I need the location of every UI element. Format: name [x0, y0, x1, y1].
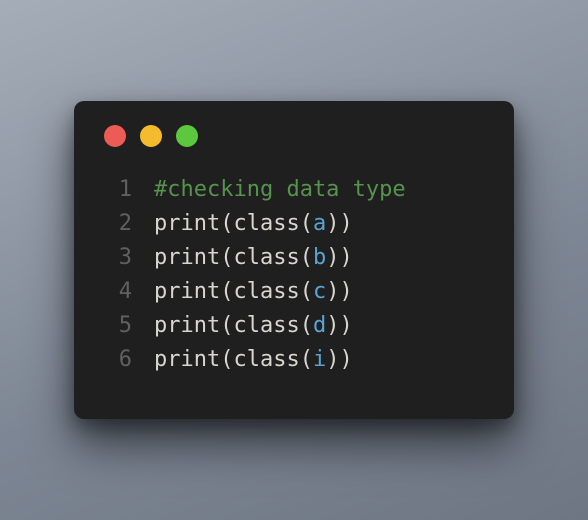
- code-token: (: [300, 245, 313, 270]
- code-token: )): [326, 211, 353, 236]
- code-token: print: [154, 347, 220, 372]
- code-token: (: [220, 211, 233, 236]
- code-token: (: [220, 347, 233, 372]
- code-line: 1 #checking data type: [102, 173, 486, 207]
- zoom-icon[interactable]: [176, 125, 198, 147]
- code-token: print: [154, 211, 220, 236]
- code-token: print: [154, 313, 220, 338]
- line-number: 2: [102, 207, 132, 241]
- code-token: c: [313, 279, 326, 304]
- code-line: 2print(class(a)): [102, 207, 486, 241]
- code-token: (: [300, 211, 313, 236]
- code-block: 1#checking data type2print(class(a))3pri…: [102, 173, 486, 378]
- code-token: b: [313, 245, 326, 270]
- code-token: print: [154, 279, 220, 304]
- line-content: print(class(a)): [154, 207, 353, 241]
- code-token: class: [233, 313, 299, 338]
- code-line: 6print(class(i)): [102, 343, 486, 377]
- line-number: 6: [102, 343, 132, 377]
- code-token: class: [233, 279, 299, 304]
- line-number: 5: [102, 309, 132, 343]
- code-token: d: [313, 313, 326, 338]
- code-token: a: [313, 211, 326, 236]
- line-content: print(class(b)): [154, 241, 353, 275]
- code-line: 4print(class(c)): [102, 275, 486, 309]
- code-window: 1#checking data type2print(class(a))3pri…: [74, 101, 514, 420]
- code-token: (: [220, 313, 233, 338]
- window-controls: [104, 125, 486, 147]
- line-number: 1: [102, 173, 132, 207]
- code-token: print: [154, 245, 220, 270]
- minimize-icon[interactable]: [140, 125, 162, 147]
- line-number: 4: [102, 275, 132, 309]
- code-token: class: [233, 211, 299, 236]
- code-line: 3print(class(b)): [102, 241, 486, 275]
- line-content: print(class(d)): [154, 309, 353, 343]
- code-token: (: [300, 313, 313, 338]
- line-content: print(class(c)): [154, 275, 353, 309]
- code-token: )): [326, 279, 353, 304]
- code-token: (: [220, 279, 233, 304]
- line-content: print(class(i)): [154, 343, 353, 377]
- code-token: class: [233, 347, 299, 372]
- code-token: class: [233, 245, 299, 270]
- code-token: #checking data type: [154, 177, 406, 202]
- code-token: i: [313, 347, 326, 372]
- line-number: 3: [102, 241, 132, 275]
- code-token: (: [300, 279, 313, 304]
- line-content: #checking data type: [154, 173, 406, 207]
- close-icon[interactable]: [104, 125, 126, 147]
- code-line: 5print(class(d)): [102, 309, 486, 343]
- code-token: )): [326, 313, 353, 338]
- code-token: )): [326, 347, 353, 372]
- code-token: (: [300, 347, 313, 372]
- code-token: (: [220, 245, 233, 270]
- code-token: )): [326, 245, 353, 270]
